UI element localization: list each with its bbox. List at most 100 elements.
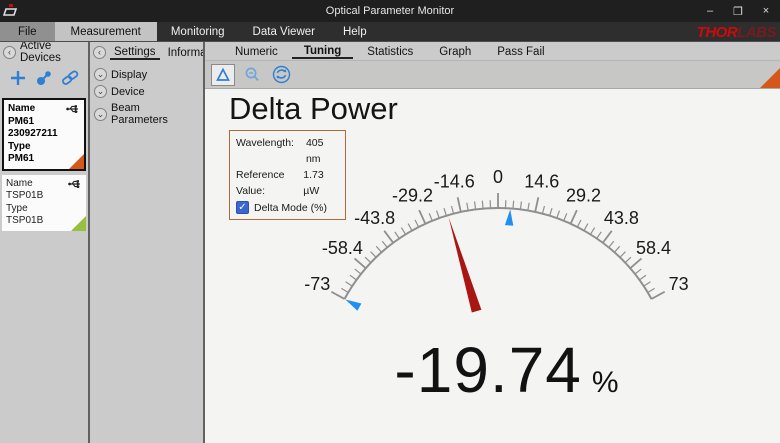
menu-data-viewer[interactable]: Data Viewer (239, 22, 329, 41)
tick-label: 29.2 (566, 186, 601, 206)
minor-tick (350, 275, 356, 280)
minor-tick (415, 220, 419, 227)
minor-tick (408, 224, 412, 231)
refresh-icon (272, 65, 291, 84)
tab-numeric[interactable]: Numeric (223, 45, 290, 58)
minor-tick (467, 203, 468, 211)
menu-file[interactable]: File (0, 22, 55, 41)
tab-graph[interactable]: Graph (427, 45, 483, 58)
minor-tick (376, 246, 381, 252)
settings-panel: ‹ Settings Information ⌄ Display ⌄ Devic… (90, 42, 203, 443)
minor-tick (639, 275, 645, 280)
menu-bar: File Measurement Monitoring Data Viewer … (0, 22, 780, 42)
major-tick (355, 258, 366, 268)
tick-label: -29.2 (392, 186, 433, 206)
min-marker (345, 299, 361, 310)
settings-group-device[interactable]: ⌄ Device (92, 83, 201, 100)
refresh-button[interactable] (269, 64, 293, 86)
minor-tick (482, 201, 483, 209)
minor-tick (475, 202, 476, 210)
window-title: Optical Parameter Monitor (0, 5, 780, 17)
tab-tuning[interactable]: Tuning (292, 44, 353, 59)
tick-label: 0 (493, 167, 503, 187)
tuning-view: Delta Power Wavelength: 405 nm Reference… (205, 89, 780, 443)
minor-tick (401, 228, 405, 235)
tick-label: -73 (304, 274, 330, 294)
device-name: TSP01B (6, 190, 82, 203)
gauge-needle (449, 217, 482, 312)
minor-tick (644, 282, 651, 286)
usb-icon (68, 178, 83, 189)
tick-label: -43.8 (354, 208, 395, 228)
close-button[interactable]: × (752, 0, 780, 22)
add-device-icon[interactable] (8, 68, 28, 88)
minor-tick (520, 202, 521, 210)
settings-group-display[interactable]: ⌄ Display (92, 66, 201, 83)
major-tick (603, 231, 612, 243)
minor-tick (371, 252, 377, 258)
chevron-down-icon[interactable]: ⌄ (94, 68, 107, 81)
major-tick (384, 231, 393, 243)
group-label: Display (111, 69, 147, 81)
collapse-panel-icon[interactable]: ‹ (93, 46, 106, 59)
value-readout: -19.74 % (219, 333, 780, 407)
delta-mode-button[interactable] (211, 64, 235, 86)
scan-devices-icon[interactable] (34, 68, 54, 88)
tuning-toolbar (205, 61, 780, 89)
max-marker (505, 209, 513, 225)
minor-tick (437, 211, 440, 219)
usb-icon (66, 103, 81, 114)
zoom-icon (243, 66, 261, 84)
minor-tick (444, 208, 446, 216)
chevron-down-icon[interactable]: ⌄ (94, 108, 107, 121)
minor-tick (625, 257, 631, 262)
minor-tick (635, 269, 641, 274)
minor-tick (452, 206, 454, 214)
group-label: Device (111, 86, 145, 98)
minor-tick (341, 288, 348, 292)
minimize-button[interactable]: – (696, 0, 724, 22)
minor-tick (365, 257, 371, 262)
active-device-corner (760, 68, 780, 88)
chevron-down-icon[interactable]: ⌄ (94, 85, 107, 98)
minor-tick (620, 252, 626, 258)
tick-label: 14.6 (524, 172, 559, 192)
link-device-icon[interactable] (60, 68, 80, 88)
major-tick (630, 258, 641, 268)
minor-tick (395, 232, 400, 239)
minor-tick (513, 201, 514, 209)
minor-tick (550, 208, 552, 216)
device-card-tsp01b[interactable]: Name TSP01B Type TSP01B (2, 175, 86, 231)
menu-measurement[interactable]: Measurement (55, 22, 157, 41)
device-card-pm61[interactable]: Name PM61 230927211 Type PM61 (2, 98, 86, 171)
minor-tick (614, 246, 619, 252)
device-type-label: Type (8, 141, 80, 154)
measurement-tab-bar: Numeric Tuning Statistics Graph Pass Fai… (205, 42, 780, 61)
minor-tick (597, 232, 602, 239)
tick-label: -14.6 (434, 172, 475, 192)
tick-label: 58.4 (636, 238, 671, 258)
major-tick (458, 197, 461, 212)
application-window: Optical Parameter Monitor – ❐ × File Mea… (0, 0, 780, 443)
active-devices-title: Active Devices (20, 40, 85, 64)
settings-group-beam-parameters[interactable]: ⌄ Beam Parameters (92, 100, 201, 128)
tab-statistics[interactable]: Statistics (355, 45, 425, 58)
maximize-button[interactable]: ❐ (724, 0, 752, 22)
tab-pass-fail[interactable]: Pass Fail (485, 45, 556, 58)
minor-tick (564, 213, 567, 220)
zoom-button[interactable] (240, 64, 264, 86)
minor-tick (346, 282, 353, 286)
minor-tick (528, 203, 529, 211)
minor-tick (577, 220, 581, 227)
menu-help[interactable]: Help (329, 22, 381, 41)
thorlabs-logo: THORLABS (697, 22, 776, 42)
collapse-panel-icon[interactable]: ‹ (3, 46, 16, 59)
menu-monitoring[interactable]: Monitoring (157, 22, 239, 41)
minor-tick (590, 228, 594, 235)
measurement-unit: % (592, 366, 619, 400)
group-label: Beam Parameters (111, 102, 199, 126)
major-tick (652, 292, 665, 299)
major-tick (419, 210, 425, 224)
major-tick (331, 292, 344, 299)
tab-settings[interactable]: Settings (110, 45, 160, 60)
